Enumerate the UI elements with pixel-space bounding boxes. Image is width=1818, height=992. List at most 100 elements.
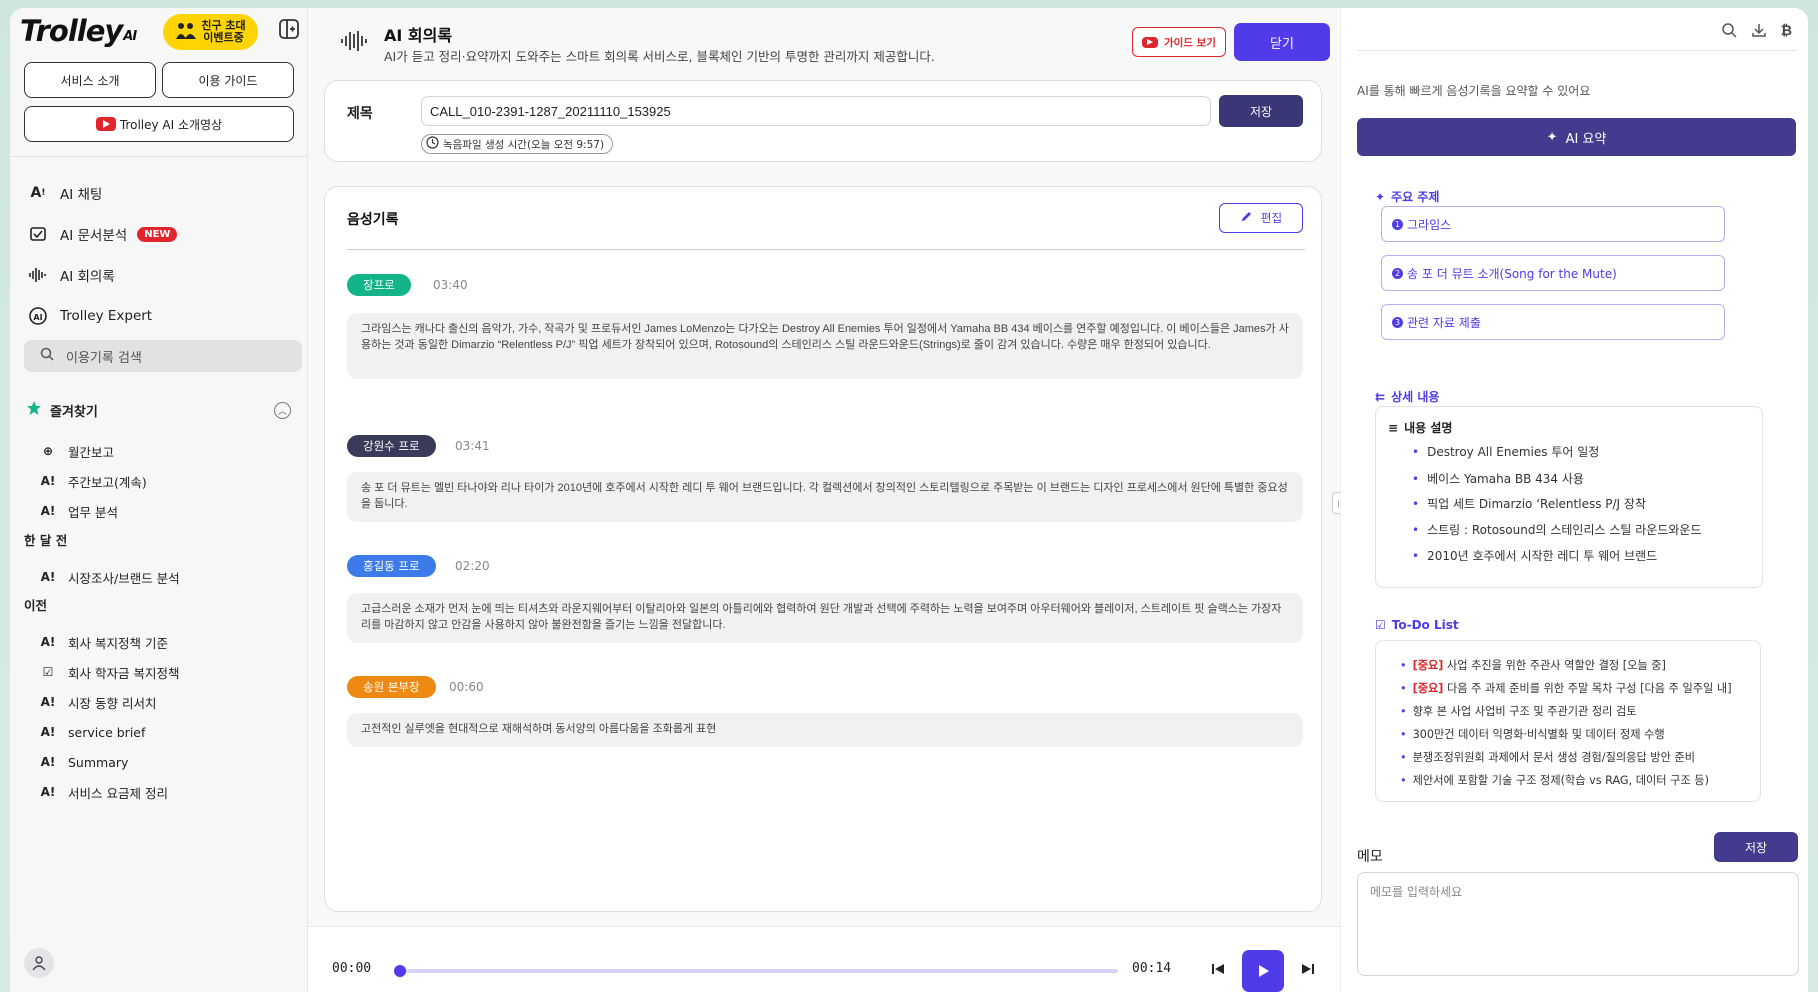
nav-label: AI 채팅 <box>60 187 103 203</box>
skip-forward-icon[interactable] <box>1300 961 1316 981</box>
history-search-input[interactable]: 이용기록 검색 <box>24 340 302 372</box>
favorite-item[interactable]: A! 주간보고(계속) <box>40 469 147 493</box>
event-badge-text: 친구 초대 이벤트중 <box>201 19 246 44</box>
group-title-before: 이전 <box>24 598 48 613</box>
nav-label: AI 회의록 <box>60 269 115 285</box>
star-icon <box>26 400 42 420</box>
close-button[interactable]: 닫기 <box>1234 23 1330 61</box>
search-report-icon: ⊕ <box>42 444 54 458</box>
memo-textarea[interactable]: 메모를 입력하세요 <box>1357 872 1799 976</box>
page-header: AI 회의록 AI가 듣고 정리·요약까지 도와주는 스마트 회의록 서비스로,… <box>308 8 1340 78</box>
todo-item[interactable]: • 향후 본 사업 사업비 구조 및 주관기관 정리 검토 <box>1400 703 1637 719</box>
close-label: 닫기 <box>1270 36 1294 52</box>
skip-back-icon[interactable] <box>1210 961 1226 981</box>
sidebar-toggle-icon[interactable] <box>278 18 300 40</box>
todo-item[interactable]: • [중요] 다음 주 과제 준비를 위한 주말 목차 구성 [다음 주 일주일 … <box>1400 680 1732 696</box>
todo-item[interactable]: • 분쟁조정위원회 과제에서 문서 생성 경험/질의응답 방안 준비 <box>1400 749 1695 765</box>
guide-button[interactable]: 가이드 보기 <box>1132 27 1226 57</box>
ai-icon: A! <box>40 785 56 799</box>
favorite-item[interactable]: A! 업무 분석 <box>40 499 118 523</box>
checkbox-icon: ☑ <box>1375 618 1386 632</box>
history-item[interactable]: A! 시장 동향 리서치 <box>40 690 157 714</box>
intro-video-button[interactable]: Trolley AI 소개영상 <box>24 106 294 142</box>
favorite-item[interactable]: ⊕ 월간보고 <box>40 439 114 463</box>
created-time-text: 녹음파일 생성 시간(오늘 오전 9:57) <box>443 138 605 151</box>
ai-icon: A! <box>40 504 56 518</box>
title-label: 제목 <box>347 106 373 122</box>
document-icon: ☑ <box>42 665 54 679</box>
todo-item[interactable]: • [중요] 사업 추진을 위한 주관사 역할안 결정 [오늘 중] <box>1400 657 1666 673</box>
topic-item[interactable]: 1 그라임스 <box>1381 206 1725 242</box>
todo-text: 향후 본 사업 사업비 구조 및 주관기관 정리 검토 <box>1412 705 1637 718</box>
search-icon <box>40 347 54 365</box>
favorites-header[interactable]: 즐겨찾기 <box>26 400 98 420</box>
memo-save-button[interactable]: 저장 <box>1714 832 1798 862</box>
history-item[interactable]: A! Summary <box>40 750 129 774</box>
transcript-text[interactable]: 고급스러운 소재가 먼저 눈에 띄는 티셔츠와 라운지웨어부터 이탈리아와 일본… <box>347 593 1303 643</box>
nav-ai-minutes[interactable]: AI 회의록 <box>28 260 115 290</box>
logo[interactable]: TrolleyAI <box>20 14 137 48</box>
speaker-badge: 강원수 프로 <box>347 435 436 457</box>
waveform-icon <box>28 265 48 285</box>
history-item[interactable]: A! service brief <box>40 720 146 744</box>
usage-guide-button[interactable]: 이용 가이드 <box>162 62 294 98</box>
history-item[interactable]: A! 회사 복지정책 기준 <box>40 630 168 654</box>
play-button[interactable] <box>1242 950 1284 992</box>
history-label: 시장 동향 리서치 <box>68 695 157 711</box>
topics-title: 주요 주제 <box>1391 190 1440 204</box>
user-avatar[interactable] <box>24 948 54 978</box>
important-tag: [중요] <box>1412 659 1444 672</box>
clock-icon <box>426 136 439 152</box>
expert-icon: AI <box>28 306 48 326</box>
service-intro-button[interactable]: 서비스 소개 <box>24 62 156 98</box>
page-subtitle: AI가 듣고 정리·요약까지 도와주는 스마트 회의록 서비스로, 블록체인 기… <box>384 49 935 64</box>
waveform-icon <box>340 30 368 56</box>
nav-trolley-expert[interactable]: AI Trolley Expert <box>28 301 152 331</box>
progress-knob[interactable] <box>394 965 406 977</box>
title-save-button[interactable]: 저장 <box>1219 95 1303 127</box>
blockchain-icon[interactable]: ₿ <box>1781 22 1792 42</box>
svg-text:AI: AI <box>33 313 42 322</box>
topic-item[interactable]: 2 송 포 더 뮤트 소개(Song for the Mute) <box>1381 255 1725 291</box>
history-label: service brief <box>68 724 146 740</box>
lines-icon: ≡ <box>1388 420 1399 435</box>
ai-summary-label: AI 요약 <box>1565 131 1607 147</box>
ai-icon: A! <box>40 725 56 739</box>
transcript-text[interactable]: 그라임스는 캐나다 출신의 음악가, 가수, 작곡가 및 프로듀서인 James… <box>347 313 1303 379</box>
title-input[interactable]: CALL_010-2391-1287_20211110_153925 <box>421 96 1211 126</box>
transcript-text[interactable]: 고전적인 실루엣을 현대적으로 재해석하며 동서양의 아름다움을 조화롭게 표현 <box>347 713 1303 747</box>
progress-track[interactable] <box>398 969 1118 973</box>
timestamp: 02:20 <box>455 559 490 573</box>
history-label: 서비스 요금제 정리 <box>68 785 168 801</box>
todo-text: 분쟁조정위원회 과제에서 문서 생성 경험/질의응답 방안 준비 <box>1412 751 1696 764</box>
download-icon[interactable] <box>1751 22 1767 42</box>
todo-header: ☑ To-Do List <box>1375 618 1459 632</box>
memo-label: 메모 <box>1357 849 1383 865</box>
chevron-up-icon[interactable]: ︿ <box>274 402 291 419</box>
todo-text: 사업 추진을 위한 주관사 역할안 결정 [오늘 중] <box>1446 659 1666 672</box>
event-badge[interactable]: 친구 초대 이벤트중 <box>163 14 258 50</box>
youtube-icon <box>95 117 116 131</box>
ai-summary-button[interactable]: ✦ AI 요약 <box>1357 118 1796 156</box>
search-icon[interactable] <box>1721 22 1737 42</box>
todo-text: 제안서에 포함할 기술 구조 정제(학습 vs RAG, 데이터 구조 등) <box>1412 774 1709 787</box>
favorite-label: 월간보고 <box>68 444 115 460</box>
detail-box-header: ≡ 내용 설명 <box>1388 419 1452 436</box>
intro-video-label: Trolley AI 소개영상 <box>119 117 223 132</box>
history-item[interactable]: A! 시장조사/브랜드 분석 <box>40 565 180 589</box>
topic-item[interactable]: 3 관련 자료 제출 <box>1381 304 1725 340</box>
nav-ai-chat[interactable]: A! AI 채팅 <box>28 178 103 208</box>
transcript-text[interactable]: 송 포 더 뮤트는 멜빈 타나야와 리나 타이가 2010년에 호주에서 시작한… <box>347 472 1303 522</box>
todo-item[interactable]: • 제안서에 포함할 기술 구조 정제(학습 vs RAG, 데이터 구조 등) <box>1400 772 1709 788</box>
todo-text: 300만건 데이터 익명화·비식별화 및 데이터 정제 수행 <box>1412 728 1665 741</box>
detail-title: 상세 내용 <box>1391 390 1440 404</box>
history-item[interactable]: A! 서비스 요금제 정리 <box>40 780 168 804</box>
history-label: 회사 학자금 복지정책 <box>68 665 180 681</box>
sparkle-icon: ✦ <box>1546 129 1558 145</box>
todo-item[interactable]: • 300만건 데이터 익명화·비식별화 및 데이터 정제 수행 <box>1400 726 1665 742</box>
history-item[interactable]: ☑ 회사 학자금 복지정책 <box>40 660 180 684</box>
edit-button[interactable]: 편집 <box>1219 203 1303 233</box>
sidebar: TrolleyAI 친구 초대 이벤트중 서비스 소개 이용 가이드 Troll… <box>10 8 308 992</box>
nav-ai-document[interactable]: AI 문서분석 NEW <box>28 219 178 249</box>
history-label: 시장조사/브랜드 분석 <box>68 570 180 586</box>
